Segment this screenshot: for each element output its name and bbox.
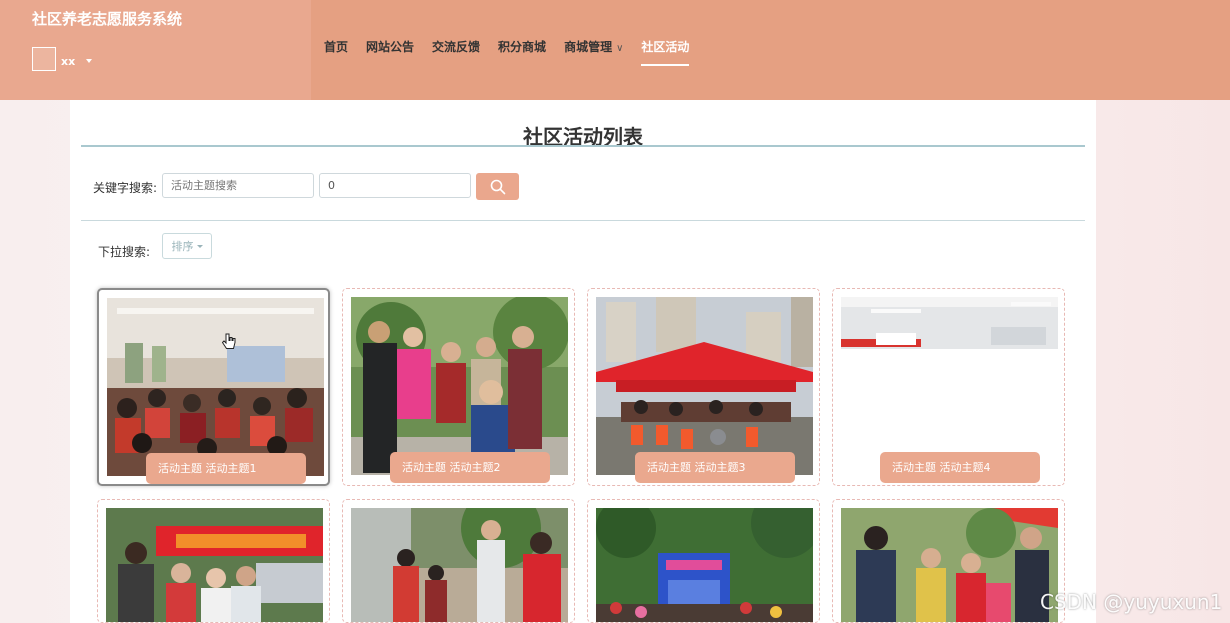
activity-image (106, 508, 323, 622)
activity-image (596, 508, 813, 622)
avatar[interactable] (32, 47, 56, 71)
nav-item-home[interactable]: 首页 (324, 38, 348, 55)
chevron-down-icon: ∨ (616, 43, 624, 54)
number-input[interactable] (319, 173, 471, 198)
nav-item-label: 交流反馈 (432, 40, 481, 54)
nav-item-community-activities[interactable]: 社区活动 (641, 38, 690, 66)
nav-item-label: 网站公告 (366, 40, 415, 54)
nav-item-label: 社区活动 (641, 40, 690, 54)
card-caption: 活动主题 活动主题3 (635, 452, 795, 483)
brand-area: 社区养老志愿服务系统 xx (0, 0, 311, 100)
keyword-search-input[interactable] (162, 173, 314, 198)
user-menu-caret-icon[interactable] (86, 59, 92, 63)
title-underline (81, 145, 1085, 147)
card-caption: 活动主题 活动主题1 (146, 453, 306, 484)
search-icon (490, 179, 505, 194)
nav-item-points-mall[interactable]: 积分商城 (498, 38, 546, 55)
activity-image (841, 508, 1058, 622)
activity-card[interactable] (342, 499, 575, 623)
main-nav: 首页 网站公告 交流反馈 积分商城 商城管理 ∨ 社区活动 (324, 38, 707, 66)
activity-image (351, 508, 568, 622)
card-caption: 活动主题 活动主题4 (880, 452, 1040, 483)
nav-item-mall-management[interactable]: 商城管理 ∨ (564, 38, 623, 55)
sort-label: 排序 (171, 240, 194, 253)
activity-card[interactable] (97, 499, 330, 623)
top-header: 社区养老志愿服务系统 xx 首页 网站公告 交流反馈 积分商城 商城管理 ∨ 社区… (0, 0, 1230, 100)
app-title: 社区养老志愿服务系统 (32, 10, 183, 28)
nav-item-label: 积分商城 (498, 40, 547, 54)
hand-pointer-icon (222, 333, 236, 349)
caret-down-icon (196, 244, 203, 248)
nav-item-label: 商城管理 (564, 40, 613, 54)
search-button[interactable] (476, 173, 519, 200)
activity-image (107, 298, 324, 476)
keyword-search-label: 关键字搜索: (93, 181, 158, 195)
activity-card[interactable]: 活动主题 活动主题3 (587, 288, 820, 486)
nav-item-label: 首页 (324, 40, 349, 54)
activity-card[interactable] (832, 499, 1065, 623)
activity-card[interactable]: 活动主题 活动主题1 (97, 288, 330, 486)
nav-item-announcements[interactable]: 网站公告 (366, 38, 414, 55)
activity-image (351, 297, 568, 475)
activity-card[interactable]: 活动主题 活动主题2 (342, 288, 575, 486)
activity-card[interactable] (587, 499, 820, 623)
activity-image (596, 297, 813, 475)
activity-image (841, 297, 1058, 475)
sort-dropdown[interactable]: 排序 (162, 233, 212, 259)
section-divider (81, 220, 1085, 221)
user-name[interactable]: xx (61, 55, 75, 68)
watermark: CSDN @yuyuxun1 (1040, 590, 1223, 614)
nav-item-feedback[interactable]: 交流反馈 (432, 38, 480, 55)
activity-card[interactable]: 活动主题 活动主题4 (832, 288, 1065, 486)
card-caption: 活动主题 活动主题2 (390, 452, 550, 483)
dropdown-search-label: 下拉搜索: (98, 245, 151, 259)
